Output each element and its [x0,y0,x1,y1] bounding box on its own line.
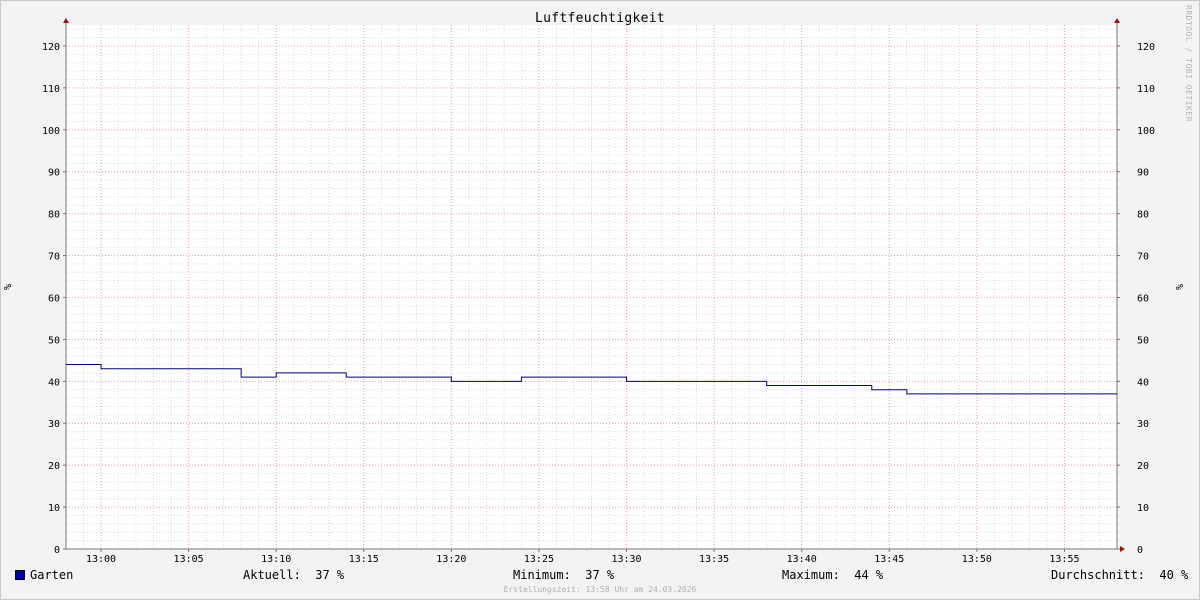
y-axis-label-right: % [1175,284,1186,290]
y-tick-label-left: 80 [48,210,60,221]
y-tick-label-left: 110 [42,84,60,95]
y-tick-label-left: 100 [42,126,60,137]
chart-title: Luftfeuchtigkeit [534,11,666,26]
y-tick-label-right: 20 [1137,461,1149,472]
y-tick-label-right: 110 [1137,84,1155,95]
y-tick-label-right: 60 [1137,293,1149,304]
x-tick-label: 13:15 [349,554,379,565]
x-tick-label: 13:35 [699,554,729,565]
chart-plot: 0 0 10 10 20 20 30 30 40 40 50 50 60 60 70 70 80 80 90 90 10… [3,18,1186,565]
footer-timestamp: Erstellungszeit: 13:58 Uhr am 24.03.2026 [503,585,697,594]
x-tick-label: 13:45 [874,554,904,565]
legend-maximum: Maximum: 44 % [782,568,884,582]
y-tick-label-left: 10 [48,503,60,514]
x-tick-label: 13:05 [174,554,204,565]
y-tick-label-right: 50 [1137,335,1149,346]
x-tick-label: 13:20 [436,554,466,565]
x-tick-label: 13:55 [1049,554,1079,565]
x-tick-label: 13:00 [86,554,116,565]
y-tick-label-right: 40 [1137,377,1149,388]
legend-series-name: Garten [30,568,74,582]
y-tick-label-right: 30 [1137,419,1149,430]
y-tick-label-left: 60 [48,293,60,304]
legend-current: Aktuell: 37 % [243,568,345,582]
y-tick-label-left: 70 [48,252,60,263]
y-tick-label-right: 80 [1137,210,1149,221]
x-tick-label: 13:50 [962,554,992,565]
x-tick-label: 13:30 [611,554,641,565]
x-tick-label: 13:25 [524,554,554,565]
x-tick-label: 13:10 [261,554,291,565]
y-tick-label-left: 40 [48,377,60,388]
legend-average: Durchschnitt: 40 % [1051,568,1189,582]
y-tick-label-right: 120 [1137,42,1155,53]
y-tick-label-left: 30 [48,419,60,430]
y-tick-label-left: 50 [48,335,60,346]
legend-minimum: Minimum: 37 % [513,568,615,582]
y-tick-label-left: 90 [48,168,60,179]
y-tick-label-left: 120 [42,42,60,53]
y-tick-label-right: 0 [1137,545,1143,556]
y-axis-label-left: % [3,284,14,290]
x-axis-arrow [1120,546,1125,552]
y-tick-label-right: 100 [1137,126,1155,137]
y-tick-label-left: 20 [48,461,60,472]
y-tick-label-left: 0 [54,545,60,556]
y-tick-label-right: 70 [1137,252,1149,263]
y-tick-label-right: 90 [1137,168,1149,179]
legend-swatch [15,570,25,580]
watermark: RRDTOOL / TOBI OETIKER [1184,5,1193,122]
x-tick-label: 13:40 [787,554,817,565]
y-tick-label-right: 10 [1137,503,1149,514]
